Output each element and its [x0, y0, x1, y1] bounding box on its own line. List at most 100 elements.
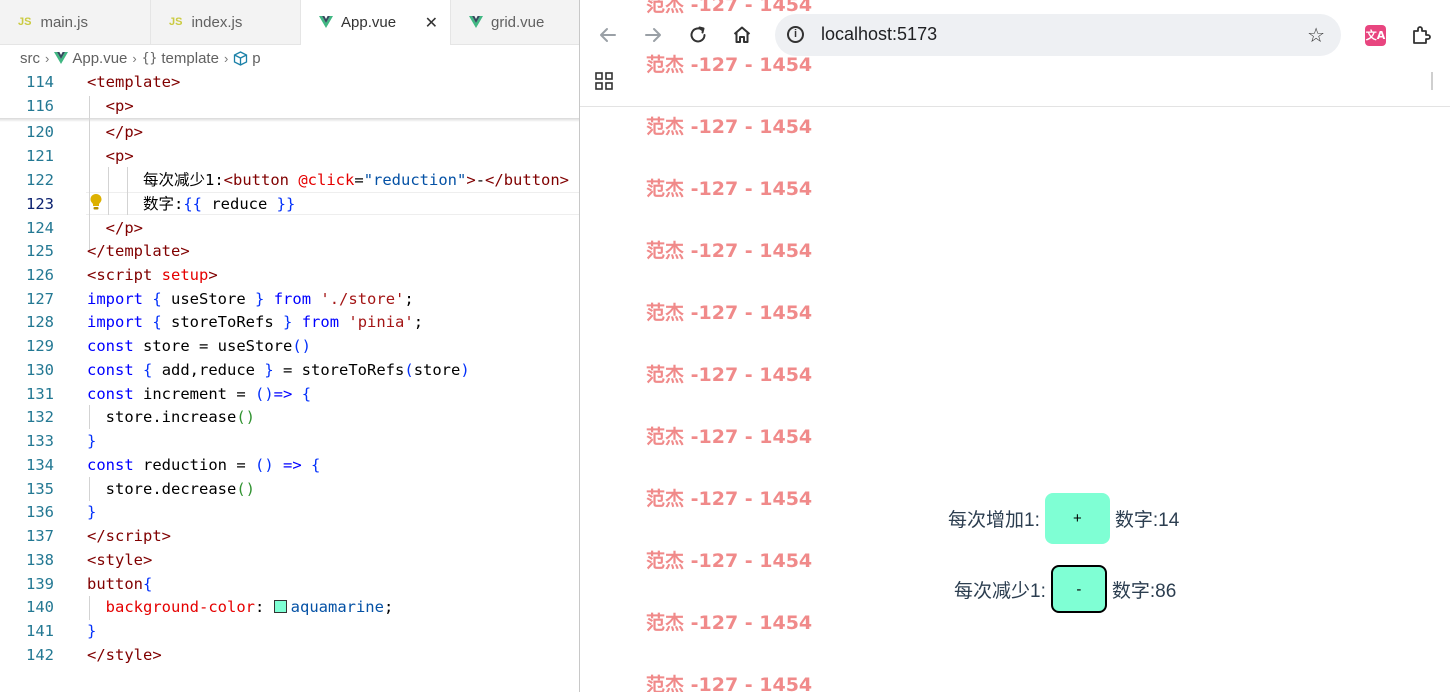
repeated-text: 范杰 -127 - 1454	[646, 674, 813, 692]
address-bar[interactable]: i localhost:5173 ☆	[775, 14, 1341, 56]
star-icon[interactable]: ☆	[1307, 23, 1325, 47]
code-line: <template>	[87, 73, 181, 91]
translate-extension-icon[interactable]: 文A	[1365, 25, 1386, 46]
tab-grid-vue[interactable]: grid.vue	[451, 0, 580, 44]
extensions-icon[interactable]	[1410, 24, 1432, 46]
code-line: }	[87, 432, 97, 450]
tab-index-js[interactable]: JS index.js	[151, 0, 301, 44]
vue-icon	[54, 51, 69, 64]
breadcrumb-element[interactable]: p	[252, 50, 260, 67]
code-line: <style>	[87, 551, 153, 569]
line-number: 122	[26, 171, 54, 189]
line-number: 126	[26, 266, 54, 284]
code-line: import { useStore } from './store';	[87, 290, 414, 308]
braces-icon: {}	[141, 50, 158, 66]
line-number: 141	[26, 622, 54, 640]
close-icon[interactable]: ✕	[425, 13, 438, 33]
decrease-button[interactable]: -	[1050, 565, 1107, 613]
url-text[interactable]: localhost:5173	[821, 24, 937, 45]
code-line: const store = useStore()	[87, 337, 311, 355]
code-line: </p>	[105, 219, 143, 237]
code-line: const { add,reduce } = storeToRefs(store…	[87, 361, 470, 379]
increase-label: 每次增加1:	[948, 510, 1040, 531]
forward-icon[interactable]	[642, 24, 664, 46]
line-number: 131	[26, 385, 54, 403]
tab-label: App.vue	[341, 14, 397, 31]
repeated-text: 范杰 -127 - 1454	[646, 426, 813, 448]
vue-icon	[319, 16, 333, 28]
line-number: 138	[26, 551, 54, 569]
home-icon[interactable]	[731, 24, 753, 46]
code-line: background-color: aquamarine;	[105, 598, 394, 616]
breadcrumb-file[interactable]: App.vue	[72, 50, 127, 67]
vue-icon	[469, 15, 483, 28]
apps-grid-icon[interactable]	[595, 72, 613, 90]
code-line: }	[87, 622, 97, 640]
code-line: 数字:{{ reduce }}	[143, 195, 296, 213]
code-editor: JS main.js JS index.js App.vue ✕ grid.vu…	[0, 0, 580, 692]
code-line: </p>	[105, 123, 143, 141]
line-number: 130	[26, 361, 54, 379]
reload-icon[interactable]	[687, 24, 709, 46]
line-number: 139	[26, 575, 54, 593]
editor-tab-bar: JS main.js JS index.js App.vue ✕ grid.vu…	[0, 0, 580, 45]
decrease-value: 数字:86	[1111, 580, 1177, 602]
line-number: 134	[26, 456, 54, 474]
line-number: 124	[26, 219, 54, 237]
breadcrumb: src › App.vue › {} template › p	[0, 45, 580, 71]
line-number: 142	[26, 646, 54, 664]
lightbulb-icon[interactable]	[89, 193, 103, 211]
js-icon: JS	[18, 16, 32, 28]
cube-icon	[234, 50, 248, 66]
code-line: 每次减少1:<button @click="reduction">-</butt…	[143, 171, 570, 189]
code-line: </style>	[87, 646, 162, 664]
back-icon[interactable]	[597, 24, 619, 46]
code-line: const reduction = () => {	[87, 456, 321, 474]
repeated-text: 范杰 -127 - 1454	[646, 302, 813, 324]
breadcrumb-template[interactable]: template	[161, 50, 219, 67]
tab-label: grid.vue	[491, 13, 545, 31]
bookmark-bar-divider	[1431, 72, 1433, 90]
code-line: button{	[87, 575, 153, 593]
decrease-label: 每次减少1:	[954, 580, 1046, 602]
line-number: 116	[26, 97, 54, 115]
repeated-text: 范杰 -127 - 1454	[646, 488, 813, 510]
tab-label: index.js	[191, 13, 243, 31]
chevron-right-icon: ›	[45, 50, 50, 66]
color-swatch[interactable]	[273, 600, 287, 613]
browser-toolbar: i localhost:5173 ☆ 文A	[580, 0, 1450, 107]
code-line: </template>	[87, 242, 190, 260]
code-line: <script setup>	[87, 266, 218, 284]
code-line: }	[87, 503, 97, 521]
increase-value: 数字:14	[1114, 510, 1180, 531]
code-line: <p>	[105, 97, 134, 115]
breadcrumb-src[interactable]: src	[20, 50, 40, 67]
code-line: const increment = ()=> {	[87, 385, 312, 403]
increase-button[interactable]: +	[1044, 493, 1110, 544]
tab-app-vue[interactable]: App.vue ✕	[301, 0, 451, 45]
repeated-text: 范杰 -127 - 1454	[646, 116, 813, 138]
line-number: 128	[26, 313, 54, 331]
chevron-right-icon: ›	[223, 50, 229, 66]
tab-label: main.js	[40, 13, 88, 31]
line-number: 114	[26, 73, 54, 91]
line-number: 121	[26, 147, 54, 165]
sticky-scroll-shadow	[0, 118, 580, 122]
tab-main-js[interactable]: JS main.js	[0, 0, 151, 44]
repeated-text: 范杰 -127 - 1454	[646, 178, 813, 200]
line-number: 129	[26, 337, 54, 355]
browser-window: 范杰 -127 - 1454 范杰 -127 - 1454 范杰 -127 - …	[579, 0, 1450, 692]
line-number: 120	[26, 123, 54, 141]
line-number: 135	[26, 480, 54, 498]
repeated-text: 范杰 -127 - 1454	[646, 240, 813, 262]
line-number: 125	[26, 242, 54, 260]
repeated-text: 范杰 -127 - 1454	[646, 612, 813, 634]
repeated-text: 范杰 -127 - 1454	[646, 550, 813, 572]
increase-row: 每次增加1: + 数字:14	[948, 493, 1179, 544]
info-icon[interactable]: i	[787, 26, 804, 43]
line-number: 140	[26, 598, 54, 616]
line-number: 137	[26, 527, 54, 545]
code-line: <p>	[105, 147, 134, 165]
line-number-current: 123	[26, 195, 54, 213]
code-line: import { storeToRefs } from 'pinia';	[87, 313, 424, 331]
